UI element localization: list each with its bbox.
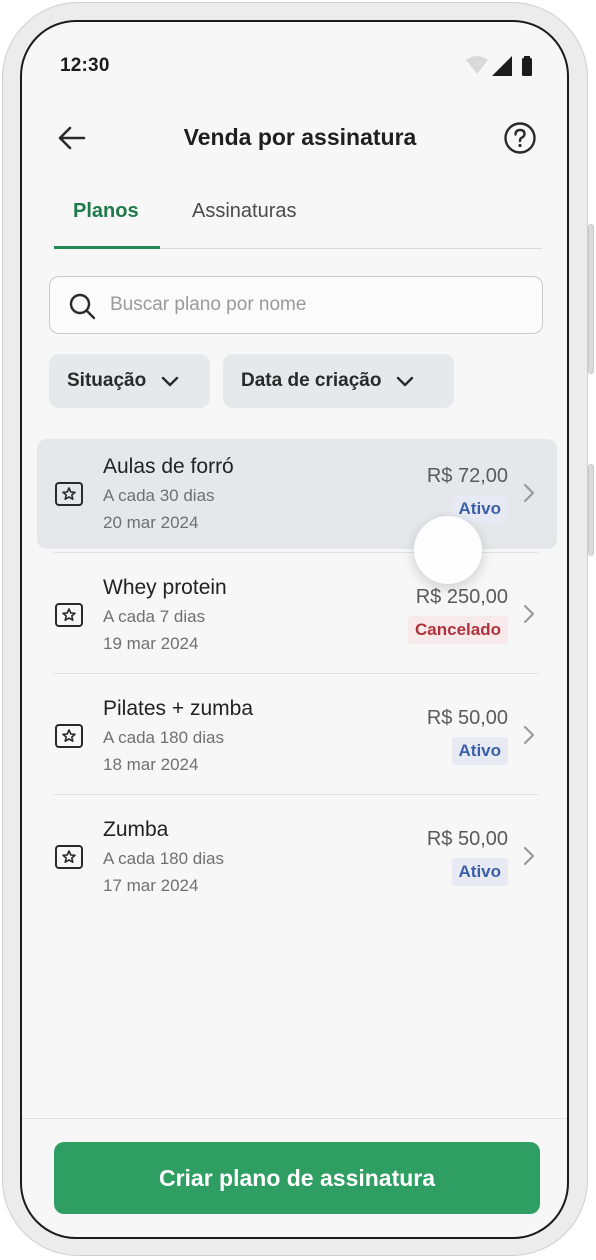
- plan-created-date: 19 mar 2024: [103, 634, 199, 653]
- chevron-right-icon: [523, 483, 535, 503]
- active-tab-indicator: [54, 246, 160, 249]
- plan-frequency: A cada 7 dias: [103, 607, 206, 626]
- chevron-right-icon: [523, 846, 535, 866]
- plan-row[interactable]: Zumba A cada 180 dias 17 mar 2024 R$ 50,…: [37, 802, 557, 912]
- signal-icon: [492, 56, 512, 76]
- plan-name: Pilates + zumba: [103, 697, 253, 720]
- tab-assinaturas[interactable]: Assinaturas: [192, 200, 297, 223]
- plan-created-date: 18 mar 2024: [103, 755, 199, 774]
- chevron-right-icon: [523, 604, 535, 624]
- filter-situacao[interactable]: Situação: [49, 354, 210, 408]
- plan-price: R$ 250,00: [415, 586, 508, 608]
- plan-name: Whey protein: [103, 576, 227, 599]
- bottom-divider: [22, 1118, 567, 1119]
- touch-indicator: [414, 516, 482, 584]
- plan-row[interactable]: Pilates + zumba A cada 180 dias 18 mar 2…: [37, 681, 557, 791]
- row-divider: [54, 673, 538, 674]
- plan-star-icon: [55, 724, 83, 748]
- plan-star-icon: [55, 482, 83, 506]
- wifi-icon: [466, 56, 488, 74]
- volume-button: [588, 224, 594, 374]
- plan-row[interactable]: Whey protein A cada 7 dias 19 mar 2024 R…: [37, 560, 557, 670]
- plan-frequency: A cada 180 dias: [103, 849, 224, 868]
- page-title: Venda por assinatura: [183, 124, 417, 150]
- status-icons: [466, 56, 532, 76]
- row-divider: [54, 794, 538, 795]
- power-button: [588, 464, 594, 556]
- plan-created-date: 20 mar 2024: [103, 513, 199, 532]
- chevron-down-icon: [162, 376, 179, 387]
- status-badge: Ativo: [451, 737, 508, 765]
- plan-price: R$ 72,00: [426, 465, 508, 487]
- search-input[interactable]: Buscar plano por nome: [49, 276, 543, 334]
- help-icon[interactable]: [502, 120, 538, 156]
- plan-star-icon: [55, 845, 83, 869]
- filter-data-criacao-label: Data de criação: [241, 370, 382, 391]
- plan-name: Aulas de forró: [103, 455, 234, 478]
- search-icon: [69, 293, 96, 320]
- chevron-down-icon: [397, 376, 414, 387]
- plan-price: R$ 50,00: [426, 828, 508, 850]
- plan-name: Zumba: [103, 818, 169, 841]
- battery-icon: [522, 58, 532, 76]
- status-time: 12:30: [60, 55, 110, 76]
- filter-data-criacao[interactable]: Data de criação: [223, 354, 454, 408]
- status-badge: Cancelado: [408, 616, 508, 644]
- status-badge: Ativo: [451, 858, 508, 886]
- plan-created-date: 17 mar 2024: [103, 876, 199, 895]
- plan-row[interactable]: Aulas de forró A cada 30 dias 20 mar 202…: [37, 439, 557, 549]
- phone-screen: 12:30 Venda por assinatura Planos Assina…: [20, 20, 569, 1239]
- search-placeholder: Buscar plano por nome: [110, 294, 307, 315]
- tab-planos[interactable]: Planos: [73, 200, 139, 223]
- plan-star-icon: [55, 603, 83, 627]
- plan-price: R$ 50,00: [426, 707, 508, 729]
- chevron-right-icon: [523, 725, 535, 745]
- plan-frequency: A cada 180 dias: [103, 728, 224, 747]
- plan-frequency: A cada 30 dias: [103, 486, 215, 505]
- create-plan-button[interactable]: Criar plano de assinatura: [54, 1142, 540, 1214]
- filter-situacao-label: Situação: [67, 370, 147, 391]
